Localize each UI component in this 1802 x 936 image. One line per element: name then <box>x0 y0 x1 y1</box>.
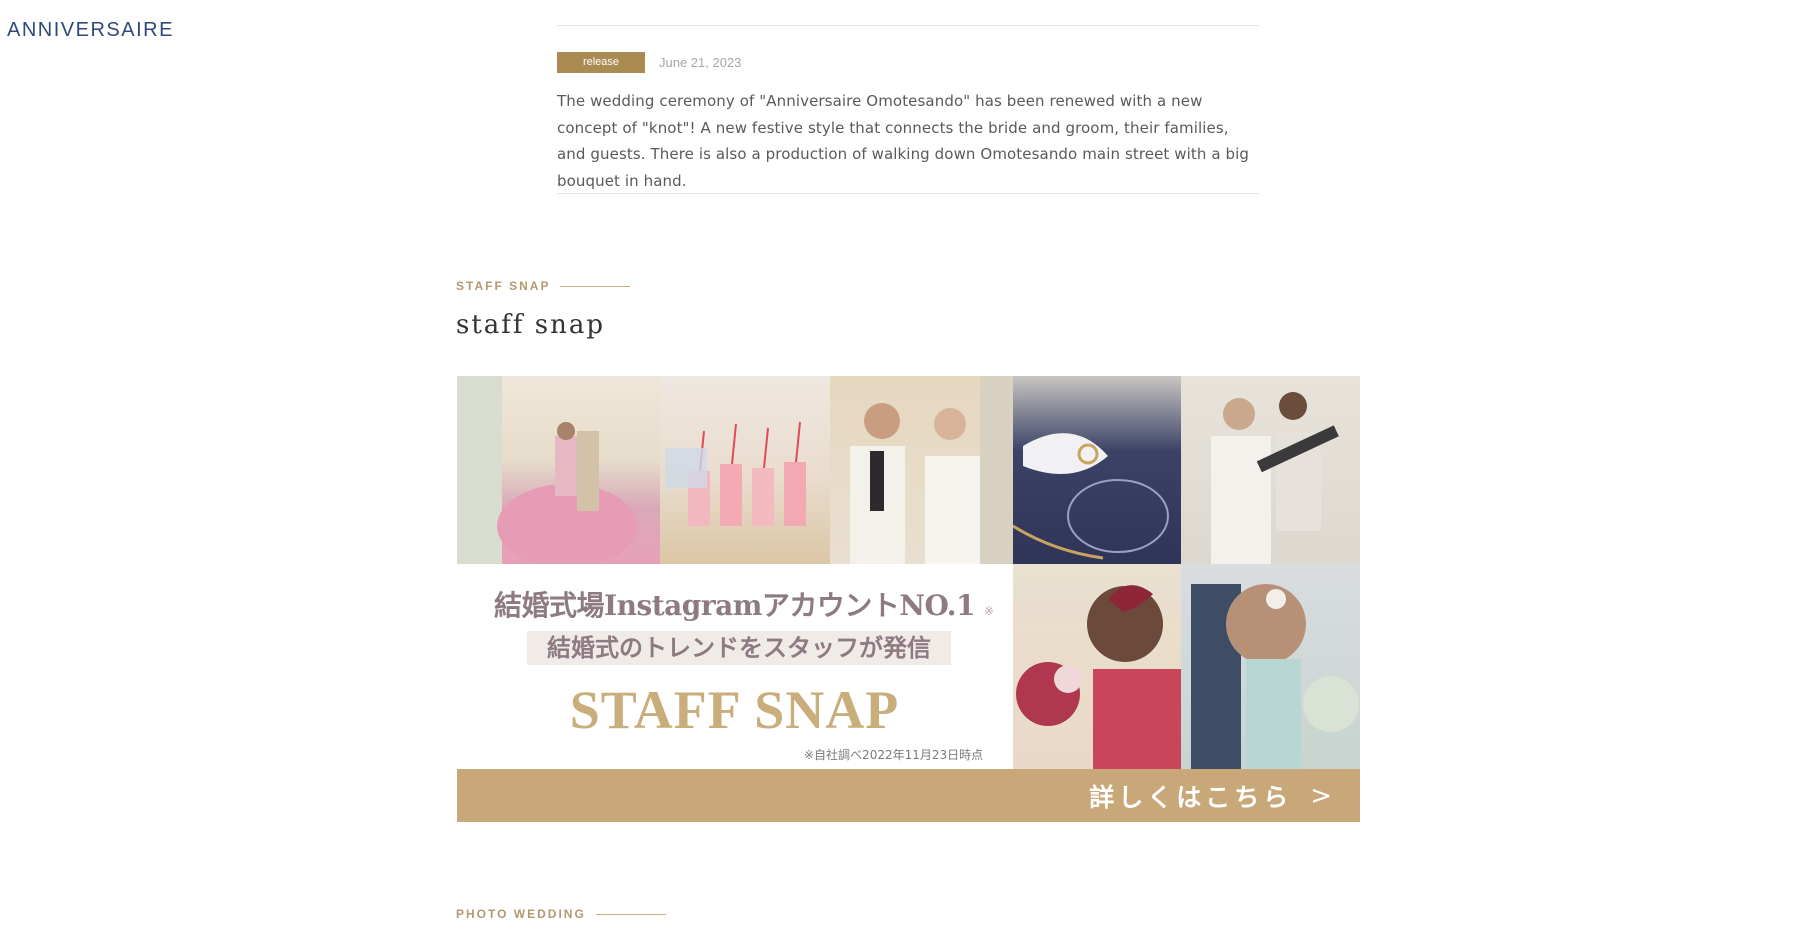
wedding-photo-bride-groom-arch <box>457 376 660 564</box>
site-logo[interactable]: ANNIVERSAIRE <box>7 19 174 42</box>
couple-portrait-photo <box>830 376 1013 564</box>
section-label-line <box>595 913 666 915</box>
staff-snap-label-text: STAFF SNAP <box>456 279 551 293</box>
pink-drinks-photo <box>660 376 830 564</box>
news-top-divider <box>557 25 1259 26</box>
photo-wedding-section-label: PHOTO WEDDING <box>456 907 666 921</box>
chevron-right-icon: > <box>1310 780 1332 811</box>
news-bottom-divider <box>557 193 1259 194</box>
banner-headline: 結婚式場InstagramアカウントNO.1 <box>494 589 975 622</box>
banner-brand-title: STAFF SNAP <box>569 680 900 740</box>
news-meta: release June 21, 2023 <box>557 52 741 73</box>
bride-hair-accessory-photo <box>1181 564 1360 769</box>
banner-subheadline: 結婚式のトレンドをスタッフが発信 <box>527 631 951 665</box>
news-body-text[interactable]: The wedding ceremony of "Anniversaire Om… <box>557 88 1261 194</box>
bride-red-ribbon-photo <box>1013 564 1181 769</box>
staff-snap-banner[interactable]: 結婚式場InstagramアカウントNO.1 ※ 結婚式のトレンドをスタッフが発… <box>457 376 1360 822</box>
guitar-couple-photo <box>1181 376 1360 564</box>
banner-cta-bar[interactable]: 詳しくはこちら > <box>457 769 1360 822</box>
section-label-line <box>560 285 631 287</box>
category-badge[interactable]: release <box>557 52 645 73</box>
staff-snap-section-label: STAFF SNAP <box>456 279 631 293</box>
news-date: June 21, 2023 <box>659 55 742 70</box>
banner-survey-note: ※自社調べ2022年11月23日時点 <box>804 748 984 762</box>
navy-table-setting-photo <box>1013 376 1181 564</box>
banner-headline-note: ※ <box>984 604 995 618</box>
photo-wedding-label-text: PHOTO WEDDING <box>456 907 586 921</box>
banner-cta-text[interactable]: 詳しくはこちら <box>1089 778 1292 814</box>
staff-snap-title: staff snap <box>456 310 606 340</box>
